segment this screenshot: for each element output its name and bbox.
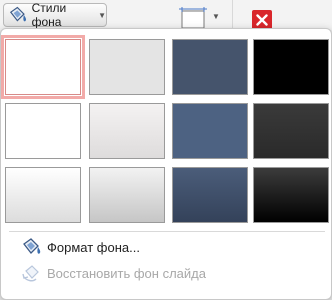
toolbar: Стили фона ▼ ▼ <box>0 0 332 30</box>
menu-separator <box>9 231 325 232</box>
format-background-icon <box>23 238 41 254</box>
background-style-swatch[interactable] <box>5 103 81 159</box>
background-style-swatch[interactable] <box>89 167 165 223</box>
slide-layout-icon[interactable] <box>178 6 208 28</box>
toolbar-divider <box>232 0 233 30</box>
background-style-swatch[interactable] <box>253 39 329 95</box>
close-icon <box>256 14 268 26</box>
background-style-swatch[interactable] <box>172 103 248 159</box>
format-background-menu-item[interactable]: Формат фона... <box>21 237 140 257</box>
background-styles-button[interactable]: Стили фона ▼ <box>3 1 107 29</box>
chevron-down-icon[interactable]: ▼ <box>212 12 220 21</box>
background-styles-popup: Формат фона... Восстановить фон слайда <box>0 28 332 300</box>
format-background-label: Формат фона... <box>47 239 140 255</box>
chevron-down-icon: ▼ <box>98 10 106 20</box>
paint-bucket-icon <box>9 6 27 22</box>
background-style-gallery <box>1 35 329 223</box>
background-style-swatch[interactable] <box>172 39 248 95</box>
background-style-swatch[interactable] <box>1 35 85 99</box>
background-style-swatch[interactable] <box>253 167 329 223</box>
reset-background-menu-item[interactable]: Восстановить фон слайда <box>21 263 206 283</box>
background-style-swatch[interactable] <box>89 103 165 159</box>
background-style-swatch[interactable] <box>253 103 329 159</box>
background-style-swatch[interactable] <box>172 167 248 223</box>
reset-background-label: Восстановить фон слайда <box>47 265 206 281</box>
background-styles-label: Стили фона <box>31 1 67 29</box>
close-button[interactable] <box>252 10 272 30</box>
reset-background-icon <box>22 265 39 282</box>
background-style-swatch[interactable] <box>5 167 81 223</box>
background-style-swatch[interactable] <box>89 39 165 95</box>
